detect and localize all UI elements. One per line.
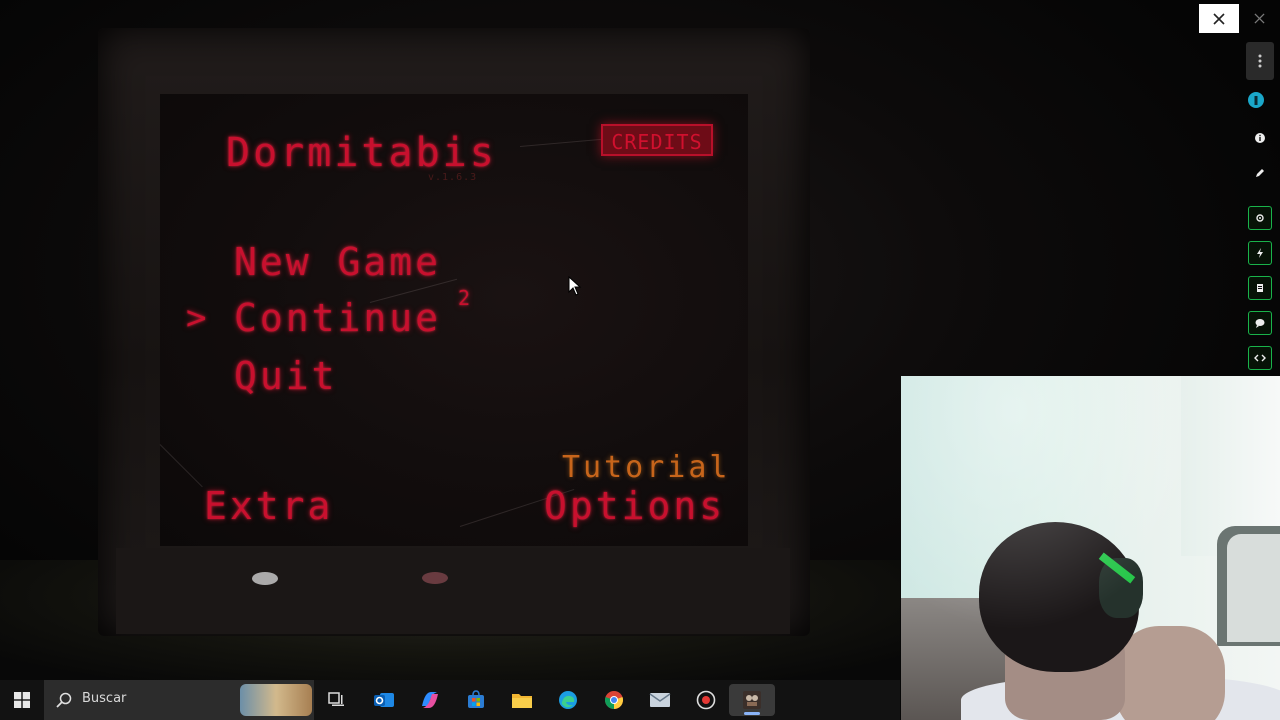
outlook-icon bbox=[374, 693, 394, 707]
taskbar-edge[interactable] bbox=[545, 684, 591, 716]
toolbar-code-button[interactable] bbox=[1248, 346, 1272, 370]
overlay-side-toolbar bbox=[1240, 40, 1280, 376]
version-label: v.1.6.3 bbox=[428, 172, 478, 183]
search-placeholder: Buscar bbox=[82, 691, 127, 706]
continue-save-count: 2 bbox=[458, 286, 474, 310]
close-icon bbox=[1213, 12, 1225, 25]
toolbar-note-button[interactable] bbox=[1248, 276, 1272, 300]
edge-icon bbox=[559, 691, 577, 709]
start-button[interactable] bbox=[0, 680, 44, 720]
search-icon bbox=[56, 692, 72, 708]
close-button[interactable] bbox=[1199, 4, 1239, 33]
code-icon bbox=[1254, 354, 1266, 362]
credits-button[interactable]: CREDITS bbox=[601, 124, 713, 156]
status-led bbox=[422, 572, 448, 584]
game-title: Dormitabis bbox=[226, 130, 497, 176]
webcam-overlay bbox=[901, 376, 1280, 720]
taskbar-search-box[interactable]: Buscar bbox=[44, 680, 314, 720]
menu-options[interactable]: Options bbox=[544, 484, 725, 528]
taskbar-mail-app[interactable] bbox=[637, 684, 683, 716]
toolbar-flash-button[interactable] bbox=[1248, 241, 1272, 265]
recorder-icon bbox=[696, 690, 716, 710]
toolbar-target-button[interactable] bbox=[1248, 206, 1272, 230]
taskbar-file-explorer[interactable] bbox=[499, 684, 545, 716]
store-icon bbox=[468, 690, 484, 708]
taskbar-recorder[interactable] bbox=[683, 684, 729, 716]
menu-selection-cursor: > bbox=[186, 298, 210, 338]
toolbar-more-button[interactable] bbox=[1246, 42, 1274, 80]
chat-icon bbox=[1255, 319, 1265, 328]
toolbar-pen-button[interactable] bbox=[1248, 161, 1272, 185]
menu-extra[interactable]: Extra bbox=[204, 484, 333, 528]
taskbar-game[interactable] bbox=[729, 684, 775, 716]
taskbar-outlook[interactable] bbox=[361, 684, 407, 716]
close-icon bbox=[1253, 12, 1265, 24]
pen-icon bbox=[1256, 169, 1264, 177]
menu-tutorial[interactable]: Tutorial bbox=[562, 450, 731, 485]
toolbar-chat-button[interactable] bbox=[1248, 311, 1272, 335]
windows-taskbar: Buscar bbox=[0, 680, 900, 720]
copilot-icon bbox=[422, 692, 438, 708]
menu-continue[interactable]: Continue bbox=[234, 296, 441, 340]
file-explorer-icon bbox=[512, 694, 532, 708]
menu-new-game[interactable]: New Game bbox=[234, 240, 441, 284]
taskbar-task-view[interactable] bbox=[314, 684, 360, 716]
search-highlight-image bbox=[240, 684, 312, 716]
game-icon bbox=[743, 691, 761, 709]
mouse-pointer-icon bbox=[568, 276, 582, 296]
profile-badge-icon bbox=[1248, 92, 1264, 108]
taskbar-copilot[interactable] bbox=[407, 684, 453, 716]
power-led bbox=[252, 572, 278, 585]
more-vertical-icon bbox=[1258, 54, 1262, 68]
toolbar-info-button[interactable] bbox=[1248, 126, 1272, 150]
taskbar-chrome[interactable] bbox=[591, 684, 637, 716]
toolbar-profile-button[interactable] bbox=[1244, 88, 1268, 112]
info-icon bbox=[1255, 133, 1265, 143]
taskbar-store[interactable] bbox=[453, 684, 499, 716]
menu-quit[interactable]: Quit bbox=[234, 354, 338, 398]
note-icon bbox=[1257, 284, 1263, 292]
mail-app-icon bbox=[649, 693, 671, 707]
task-view-icon bbox=[328, 692, 344, 706]
windows-logo-icon bbox=[14, 692, 30, 708]
crt-monitor-base bbox=[116, 548, 790, 634]
target-icon bbox=[1256, 214, 1264, 222]
overlay-close-button[interactable] bbox=[1250, 8, 1268, 28]
flash-icon bbox=[1257, 248, 1263, 258]
chrome-icon bbox=[604, 691, 624, 709]
